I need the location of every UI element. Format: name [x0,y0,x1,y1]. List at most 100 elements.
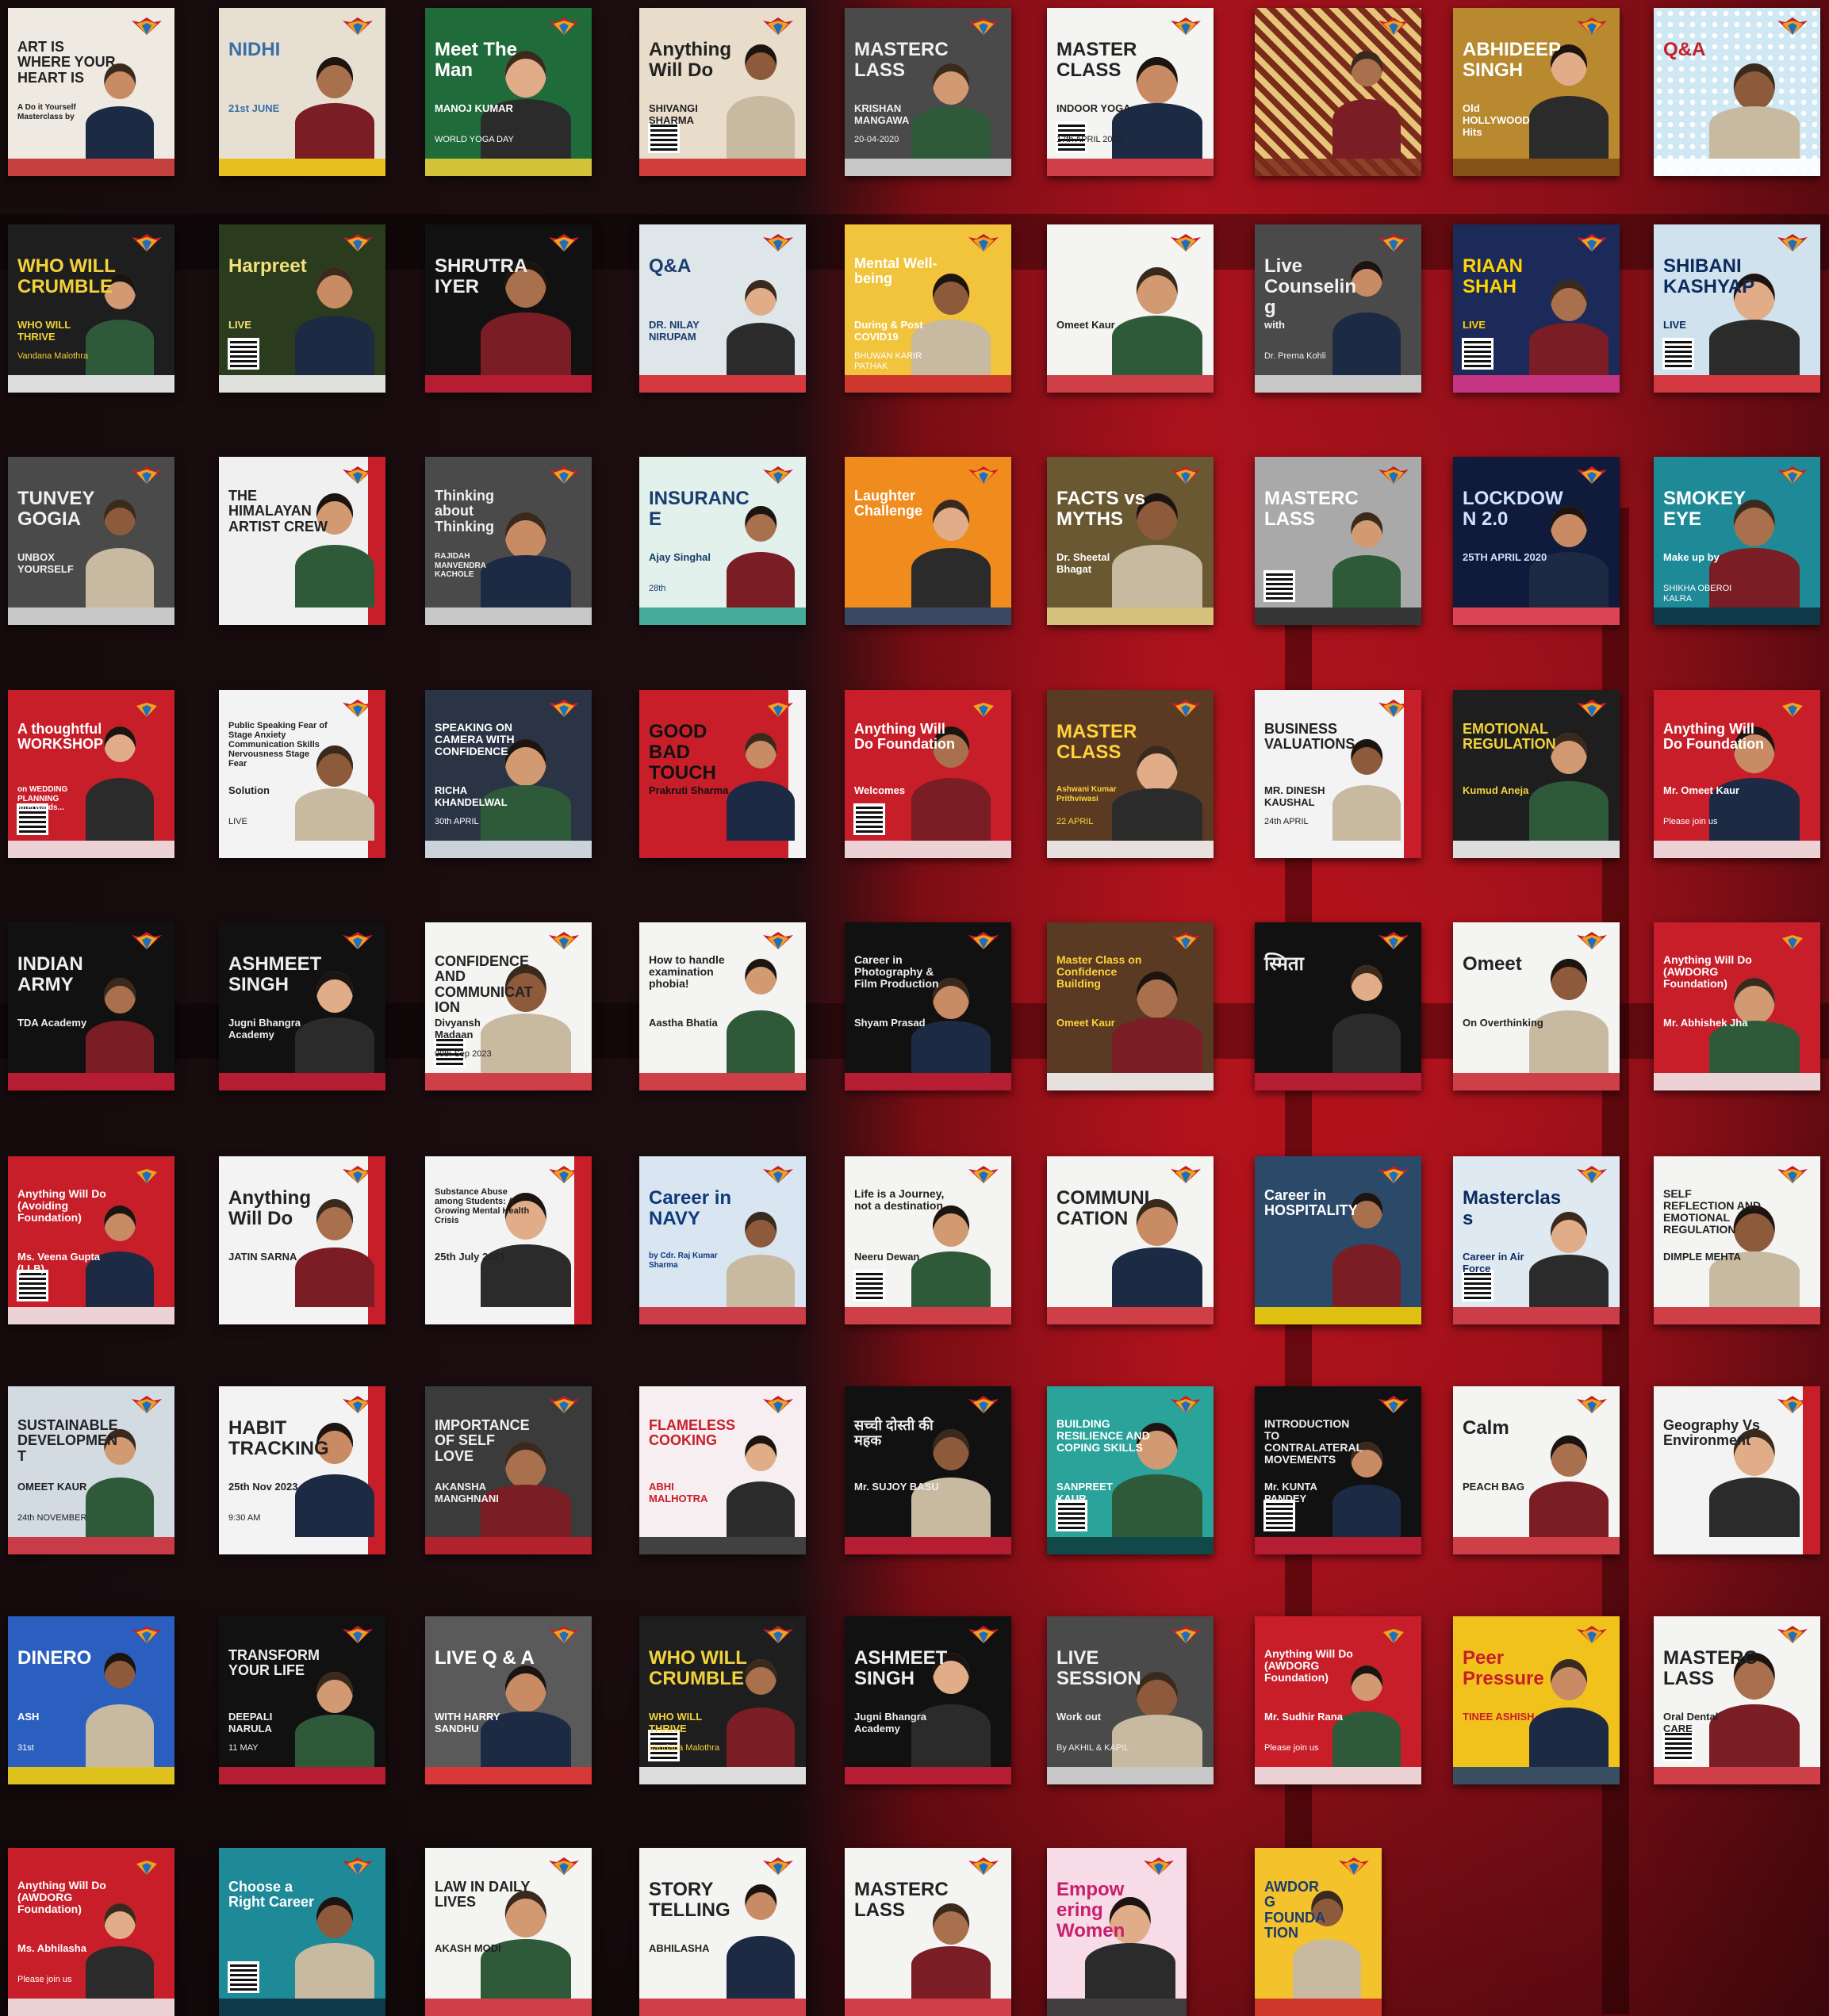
poster-tile[interactable]: Peer Pressure TINEE ASHISH [1453,1616,1620,1784]
poster-tile[interactable]: LAW IN DAILY LIVES AKASH MODI [425,1848,592,2016]
qr-code-icon [1462,1270,1493,1301]
poster-tile[interactable]: Anything Will Do SHIVANGI SHARMA [639,8,806,176]
poster-tile[interactable]: Meet The Man MANOJ KUMAR WORLD YOGA DAY [425,8,592,176]
poster-tile[interactable]: Anything Will Do Foundation Welcomes [845,690,1011,858]
poster-tile[interactable]: ABHIDEEP SINGH Old HOLLYWOOD Hits [1453,8,1620,176]
awdorg-logo-icon [760,465,796,485]
poster-tile[interactable]: SMOKEY EYE Make up by SHIKHA OBEROI KALRA [1654,457,1820,625]
poster-tile[interactable]: Geography Vs Environment [1654,1386,1820,1554]
poster-title: Career in Photography & Film Production [854,953,939,991]
poster-tile[interactable]: Live Counseling with Dr. Prerna Kohli [1255,224,1421,393]
poster-tile[interactable]: Career in HOSPITALITY [1255,1156,1421,1324]
poster-tile[interactable]: COMMUNICATION [1047,1156,1214,1324]
poster-tile[interactable]: CONFIDENCE AND COMMUNICATION Divyansh Mad… [425,922,592,1090]
poster-tile[interactable]: Substance Abuse among Students: A Growin… [425,1156,592,1324]
poster-tile[interactable]: Laughter Challenge [845,457,1011,625]
poster-tile[interactable]: Anything Will Do (AWDORG Foundation) Ms. … [8,1848,174,2016]
poster-tile[interactable]: Calm PEACH BAG [1453,1386,1620,1554]
accent-band [1453,1073,1620,1090]
awdorg-logo-icon [1375,465,1412,485]
poster-tile[interactable]: STORY TELLING ABHILASHA [639,1848,806,2016]
poster-tile[interactable]: Harpreet LIVE [219,224,385,393]
poster-title: Anything Will Do (AWDORG Foundation) [1264,1647,1353,1684]
poster-tile[interactable]: SHRUTRA IYER [425,224,592,393]
accent-band [1453,159,1620,176]
poster-date: 09th Sep 2023 [435,1049,492,1059]
poster-tile[interactable]: Mental Well-being During & Post COVID19 BH… [845,224,1011,393]
poster-tile[interactable]: LOCKDOWN 2.0 25TH APRIL 2020 [1453,457,1620,625]
accent-band [639,1999,806,2016]
poster-tile[interactable]: MASTERCLASS Oral Dental CARE [1654,1616,1820,1784]
qr-code-icon [1662,1730,1694,1761]
awdorg-logo-icon [546,1394,582,1415]
awdorg-logo-icon [965,16,1002,36]
poster-subtitle: During & Post COVID19 [854,319,923,343]
poster-tile[interactable]: ART IS WHERE YOUR HEART IS A Do it Yourse… [8,8,174,176]
poster-tile[interactable]: BUILDING RESILIENCE AND COPING SKILLS SAN… [1047,1386,1214,1554]
poster-tile[interactable]: GOOD BAD TOUCH Prakruti Sharma [639,690,806,858]
poster-tile[interactable]: THE HIMALAYAN ARTIST CREW [219,457,385,625]
poster-tile[interactable]: SELF REFLECTION AND EMOTIONAL REGULATION… [1654,1156,1820,1324]
awdorg-logo-icon [760,1856,796,1876]
poster-tile[interactable]: ASHMEET SINGH Jugni Bhangra Academy [219,922,385,1090]
awdorg-logo-icon [339,232,376,253]
poster-tile[interactable]: स्मिता [1255,922,1421,1090]
poster-tile[interactable]: SHIBANI KASHYAP LIVE [1654,224,1820,393]
poster-tile[interactable]: Anything Will Do (AWDORG Foundation) Mr. … [1654,922,1820,1090]
poster-tile[interactable]: Anything Will Do Foundation Mr. Omeet Kau… [1654,690,1820,858]
poster-tile[interactable]: NIDHI 21st JUNE [219,8,385,176]
poster-tile[interactable]: SUSTAINABLE DEVELOPMENT OMEET KAUR 24th NO… [8,1386,174,1554]
poster-tile[interactable]: A thoughtful WORKSHOP on WEDDING PLANNING… [8,690,174,858]
poster-tile[interactable]: MASTER CLASS INDOOR YOGA 17th APRIL 2020 [1047,8,1214,176]
poster-tile[interactable]: INDIAN ARMY TDA Academy [8,922,174,1090]
poster-tile[interactable]: LIVE SESSION Work out By AKHIL & KAPIL [1047,1616,1214,1784]
poster-tile[interactable]: Empowering Women [1047,1848,1187,2016]
poster-tile[interactable]: BUSINESS VALUATIONS MR. DINESH KAUSHAL 24t… [1255,690,1421,858]
poster-tile[interactable]: EMOTIONAL REGULATION Kumud Aneja [1453,690,1620,858]
poster-tile[interactable]: Masterclass Career in Air Force [1453,1156,1620,1324]
poster-tile[interactable]: MASTER CLASS Ashwani Kumar Prithviwasi 22 … [1047,690,1214,858]
poster-tile[interactable]: AWDORG FOUNDATION [1255,1848,1382,2016]
poster-tile[interactable] [1255,8,1421,176]
poster-tile[interactable]: WHO WILL CRUMBLE WHO WILL THRIVE Vandana M… [8,224,174,393]
poster-tile[interactable]: Anything Will Do (Avoiding Foundation) Ms… [8,1156,174,1324]
poster-subtitle: Kumud Aneja [1463,784,1529,796]
poster-tile[interactable]: HABIT TRACKING 25th Nov 2023 9:30 AM [219,1386,385,1554]
poster-tile[interactable]: MASTERCLASS [845,1848,1011,2016]
poster-tile[interactable]: सच्ची दोस्ती की महक Mr. SUJOY BASU [845,1386,1011,1554]
poster-tile[interactable]: Choose a Right Career [219,1848,385,2016]
poster-tile[interactable]: TUNVEY GOGIA UNBOX YOURSELF [8,457,174,625]
poster-tile[interactable]: FLAMELESS COOKING ABHI MALHOTRA [639,1386,806,1554]
poster-tile[interactable]: INSURANCE Ajay Singhal 28th [639,457,806,625]
poster-tile[interactable]: IMPORTANCE OF SELF LOVE AKANSHA MANGHNANI [425,1386,592,1554]
poster-tile[interactable]: TRANSFORM YOUR LIFE DEEPALI NARULA 11 MAY [219,1616,385,1784]
poster-tile[interactable]: Anything Will Do JATIN SARNA [219,1156,385,1324]
poster-tile[interactable]: Omeet Kaur [1047,224,1214,393]
poster-tile[interactable]: Career in NAVY by Cdr. Raj Kumar Sharma [639,1156,806,1324]
poster-tile[interactable]: Q&A [1654,8,1820,176]
poster-tile[interactable]: MASTERCLASS [1255,457,1421,625]
poster-tile[interactable]: Omeet On Overthinking [1453,922,1620,1090]
poster-tile[interactable]: INTRODUCTION TO CONTRALATERAL MOVEMENTS M… [1255,1386,1421,1554]
poster-tile[interactable]: Master Class on Confidence Building Omeet… [1047,922,1214,1090]
poster-title: Anything Will Do (Avoiding Foundation) [17,1187,106,1225]
poster-tile[interactable]: LIVE Q & A WITH HARRY SANDHU [425,1616,592,1784]
poster-tile[interactable]: Anything Will Do (AWDORG Foundation) Mr. … [1255,1616,1421,1784]
poster-tile[interactable]: How to handle examination phobia! Aastha … [639,922,806,1090]
poster-tile[interactable]: DINERO ASH 31st [8,1616,174,1784]
poster-tile[interactable]: Q&A DR. NILAY NIRUPAM [639,224,806,393]
poster-tile[interactable]: RIAAN SHAH LIVE [1453,224,1620,393]
poster-tile[interactable]: Public Speaking Fear of Stage Anxiety Co… [219,690,385,858]
speaker-body [1332,1014,1401,1073]
awdorg-logo-icon [965,465,1002,485]
poster-tile[interactable]: FACTS vs MYTHS Dr. Sheetal Bhagat [1047,457,1214,625]
poster-title: SPEAKING ON CAMERA WITH CONFIDENCE [435,721,515,758]
poster-tile[interactable]: WHO WILL CRUMBLE WHO WILL THRIVE Vandana M… [639,1616,806,1784]
poster-tile[interactable]: Thinking about Thinking RAJIDAH MANVENDRA… [425,457,592,625]
poster-subtitle: Jugni Bhangra Academy [854,1711,927,1734]
poster-tile[interactable]: ASHMEET SINGH Jugni Bhangra Academy [845,1616,1011,1784]
poster-tile[interactable]: Career in Photography & Film Production S… [845,922,1011,1090]
poster-tile[interactable]: SPEAKING ON CAMERA WITH CONFIDENCE RICHA … [425,690,592,858]
poster-tile[interactable]: Life is a Journey, not a destination Neer… [845,1156,1011,1324]
poster-tile[interactable]: MASTERCLASS KRISHAN MANGAWA 20-04-2020 [845,8,1011,176]
